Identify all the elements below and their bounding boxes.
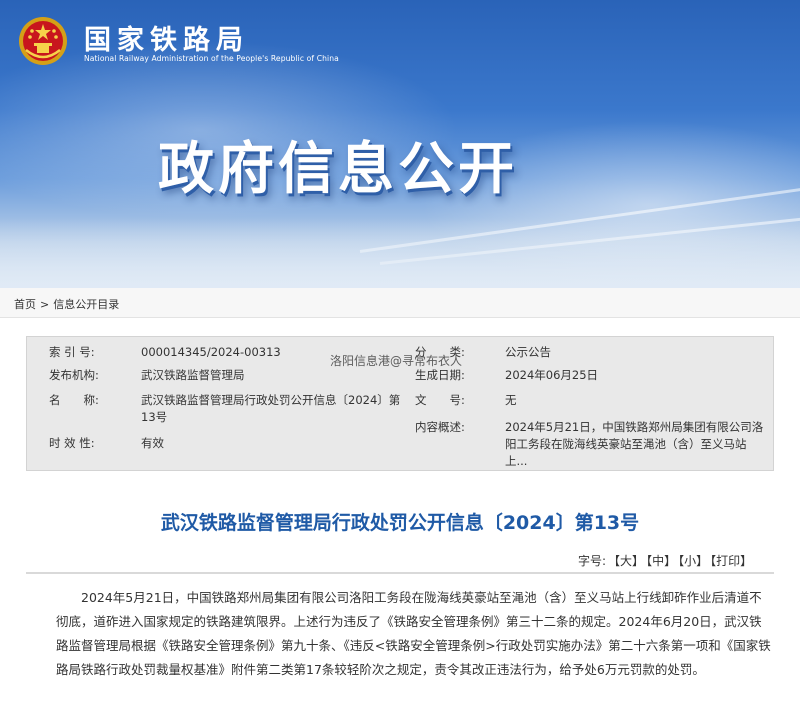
print-button[interactable]: 【打印】	[710, 554, 752, 568]
breadcrumb-current-link[interactable]: 信息公开目录	[53, 298, 119, 311]
watermark-text: 洛阳信息港@寻常布衣人	[330, 354, 463, 368]
validity-value: 有效	[141, 436, 164, 450]
font-small-button[interactable]: 【小】	[678, 554, 708, 568]
brand-name-en: National Railway Administration of the P…	[84, 54, 339, 63]
docno-label: 文 号:	[415, 393, 465, 407]
font-large-button[interactable]: 【大】	[608, 554, 644, 568]
banner-title: 政府信息公开	[158, 137, 518, 202]
font-size-toolbar: 字号: 【大】 【中】 【小】 【打印】	[578, 552, 752, 569]
publisher-label: 发布机构:	[49, 368, 99, 382]
brand-name-cn[interactable]: 国家铁路局	[84, 18, 249, 57]
summary-label: 内容概述:	[415, 420, 465, 434]
breadcrumb-home-link[interactable]: 首页	[14, 298, 36, 311]
name-label: 名 称:	[49, 393, 99, 407]
summary-value[interactable]: 2024年5月21日，中国铁路郑州局集团有限公司洛阳工务段在陇海线英豪站至渑池（…	[505, 419, 767, 470]
validity-label: 时 效 性:	[49, 436, 95, 450]
publisher-value: 武汉铁路监督管理局	[141, 368, 245, 382]
breadcrumb: 首页 > 信息公开目录	[0, 288, 800, 318]
date-value: 2024年06月25日	[505, 368, 599, 382]
document-body-paragraph: 2024年5月21日，中国铁路郑州局集团有限公司洛阳工务段在陇海线英豪站至渑池（…	[56, 590, 771, 677]
index-value: 000014345/2024-00313	[141, 345, 281, 359]
document-title: 武汉铁路监督管理局行政处罚公开信息〔2024〕第13号	[160, 512, 640, 534]
category-value: 公示公告	[505, 345, 551, 359]
font-medium-button[interactable]: 【中】	[646, 554, 676, 568]
info-row-publisher: 发布机构: 武汉铁路监督管理局 生成日期: 2024年06月25日	[27, 367, 775, 385]
header-banner: 国家铁路局 National Railway Administration of…	[0, 0, 800, 288]
breadcrumb-separator: >	[40, 298, 50, 311]
font-size-label: 字号:	[578, 554, 607, 568]
docno-value: 无	[505, 393, 517, 407]
banner-ground	[0, 218, 800, 288]
national-emblem-icon[interactable]	[18, 16, 68, 66]
date-label: 生成日期:	[415, 368, 465, 382]
info-row-validity: 时 效 性: 有效	[27, 435, 387, 453]
index-label: 索 引 号:	[49, 345, 95, 359]
content-divider	[26, 572, 774, 574]
